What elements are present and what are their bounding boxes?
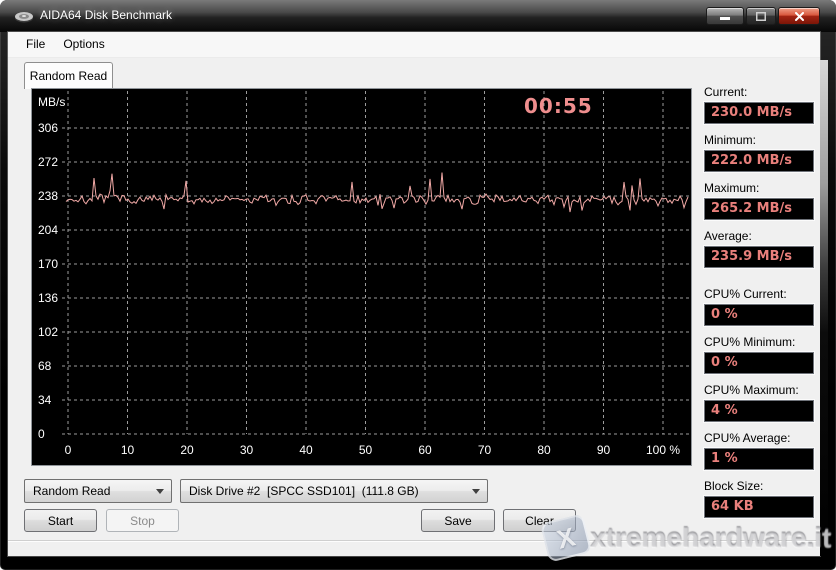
app-window: AIDA64 Disk Benchmark FileOptions Random… — [0, 0, 836, 570]
stat-cpu-minimum-value: 0 % — [705, 353, 813, 373]
benchmark-chart: MB/s 00:55 306 272 238 204 170 136 102 68 34 0 0 10… — [31, 88, 692, 466]
stat-cpu-current-box: 0 % — [704, 304, 814, 326]
minimize-button[interactable] — [706, 7, 744, 25]
stat-minimum-box: 222.0 MB/s — [704, 150, 814, 172]
close-button[interactable] — [778, 7, 820, 25]
start-button[interactable]: Start — [24, 509, 97, 532]
stat-block-size-value: 64 KB — [705, 497, 813, 517]
x-axis-tick: 70 — [478, 443, 491, 457]
y-axis-tick: 170 — [38, 257, 78, 271]
y-axis-tick: 272 — [38, 155, 78, 169]
stop-button[interactable]: Stop — [106, 509, 179, 532]
stat-cpu-maximum-label: CPU% Maximum: — [704, 383, 820, 398]
app-icon — [14, 9, 34, 23]
clear-button[interactable]: Clear — [503, 509, 576, 532]
stat-cpu-maximum-value: 4 % — [705, 401, 813, 421]
stat-average-box: 235.9 MB/s — [704, 246, 814, 268]
stat-average-value: 235.9 MB/s — [705, 247, 813, 267]
y-axis-tick: 68 — [38, 359, 78, 373]
y-axis-unit-label: MB/s — [38, 95, 65, 109]
y-axis-tick: 238 — [38, 189, 78, 203]
tab-random-read[interactable]: Random Read — [24, 62, 113, 89]
stat-cpu-average-value: 1 % — [705, 449, 813, 469]
window-controls — [704, 7, 820, 25]
x-axis-tick: 60 — [418, 443, 431, 457]
menu-file[interactable]: File — [17, 32, 54, 57]
x-axis-tick: 100 % — [646, 443, 680, 457]
benchmark-line — [66, 173, 688, 212]
x-axis-tick: 50 — [359, 443, 372, 457]
chevron-down-icon — [156, 489, 164, 494]
stat-current-label: Current: — [704, 85, 820, 100]
x-axis-tick: 30 — [240, 443, 253, 457]
titlebar[interactable]: AIDA64 Disk Benchmark — [0, 0, 836, 32]
stat-cpu-current-label: CPU% Current: — [704, 287, 820, 302]
window-title: AIDA64 Disk Benchmark — [40, 8, 172, 22]
stat-cpu-current-value: 0 % — [705, 305, 813, 325]
client-area: FileOptions Random Read MB/s 00:55 306 27… — [8, 32, 820, 556]
stat-maximum-label: Maximum: — [704, 181, 820, 196]
stat-current-box: 230.0 MB/s — [704, 102, 814, 124]
x-axis-tick: 0 — [65, 443, 72, 457]
stat-cpu-average-box: 1 % — [704, 448, 814, 470]
stat-cpu-minimum-box: 0 % — [704, 352, 814, 374]
y-axis-tick: 136 — [38, 291, 78, 305]
stat-minimum-value: 222.0 MB/s — [705, 151, 813, 171]
y-axis-tick: 0 — [38, 427, 78, 441]
drive-select[interactable]: Disk Drive #2 [SPCC SSD101] (111.8 GB) — [180, 479, 488, 503]
y-axis-tick: 306 — [38, 121, 78, 135]
chart-canvas — [32, 89, 691, 465]
stat-average-label: Average: — [704, 229, 820, 244]
x-axis-tick: 40 — [299, 443, 312, 457]
stat-cpu-minimum-label: CPU% Minimum: — [704, 335, 820, 350]
drive-value: Disk Drive #2 [SPCC SSD101] (111.8 GB) — [189, 480, 419, 502]
close-icon — [795, 12, 804, 21]
chevron-down-icon — [472, 489, 480, 494]
stat-maximum-value: 265.2 MB/s — [705, 199, 813, 219]
x-axis-tick: 10 — [121, 443, 134, 457]
y-axis-tick: 102 — [38, 325, 78, 339]
stat-block-size-box: 64 KB — [704, 496, 814, 518]
x-axis-tick: 80 — [537, 443, 550, 457]
maximize-icon — [756, 12, 766, 21]
y-axis-tick: 34 — [38, 393, 78, 407]
x-axis-tick: 90 — [597, 443, 610, 457]
minimize-icon — [720, 12, 730, 21]
status-divider — [8, 540, 820, 542]
x-axis-tick: 20 — [180, 443, 193, 457]
menubar: FileOptions — [8, 32, 820, 58]
maximize-button[interactable] — [746, 7, 776, 25]
stat-block-size-label: Block Size: — [704, 479, 820, 494]
stat-maximum-box: 265.2 MB/s — [704, 198, 814, 220]
stat-cpu-maximum-box: 4 % — [704, 400, 814, 422]
stat-cpu-average-label: CPU% Average: — [704, 431, 820, 446]
save-button[interactable]: Save — [421, 509, 495, 532]
stat-current-value: 230.0 MB/s — [705, 103, 813, 123]
benchmark-type-value: Random Read — [33, 480, 110, 502]
elapsed-time: 00:55 — [524, 94, 593, 118]
benchmark-type-select[interactable]: Random Read — [24, 479, 172, 503]
menu-options[interactable]: Options — [54, 32, 113, 57]
y-axis-tick: 204 — [38, 223, 78, 237]
stat-minimum-label: Minimum: — [704, 133, 820, 148]
window-frame-reflection — [820, 60, 828, 556]
